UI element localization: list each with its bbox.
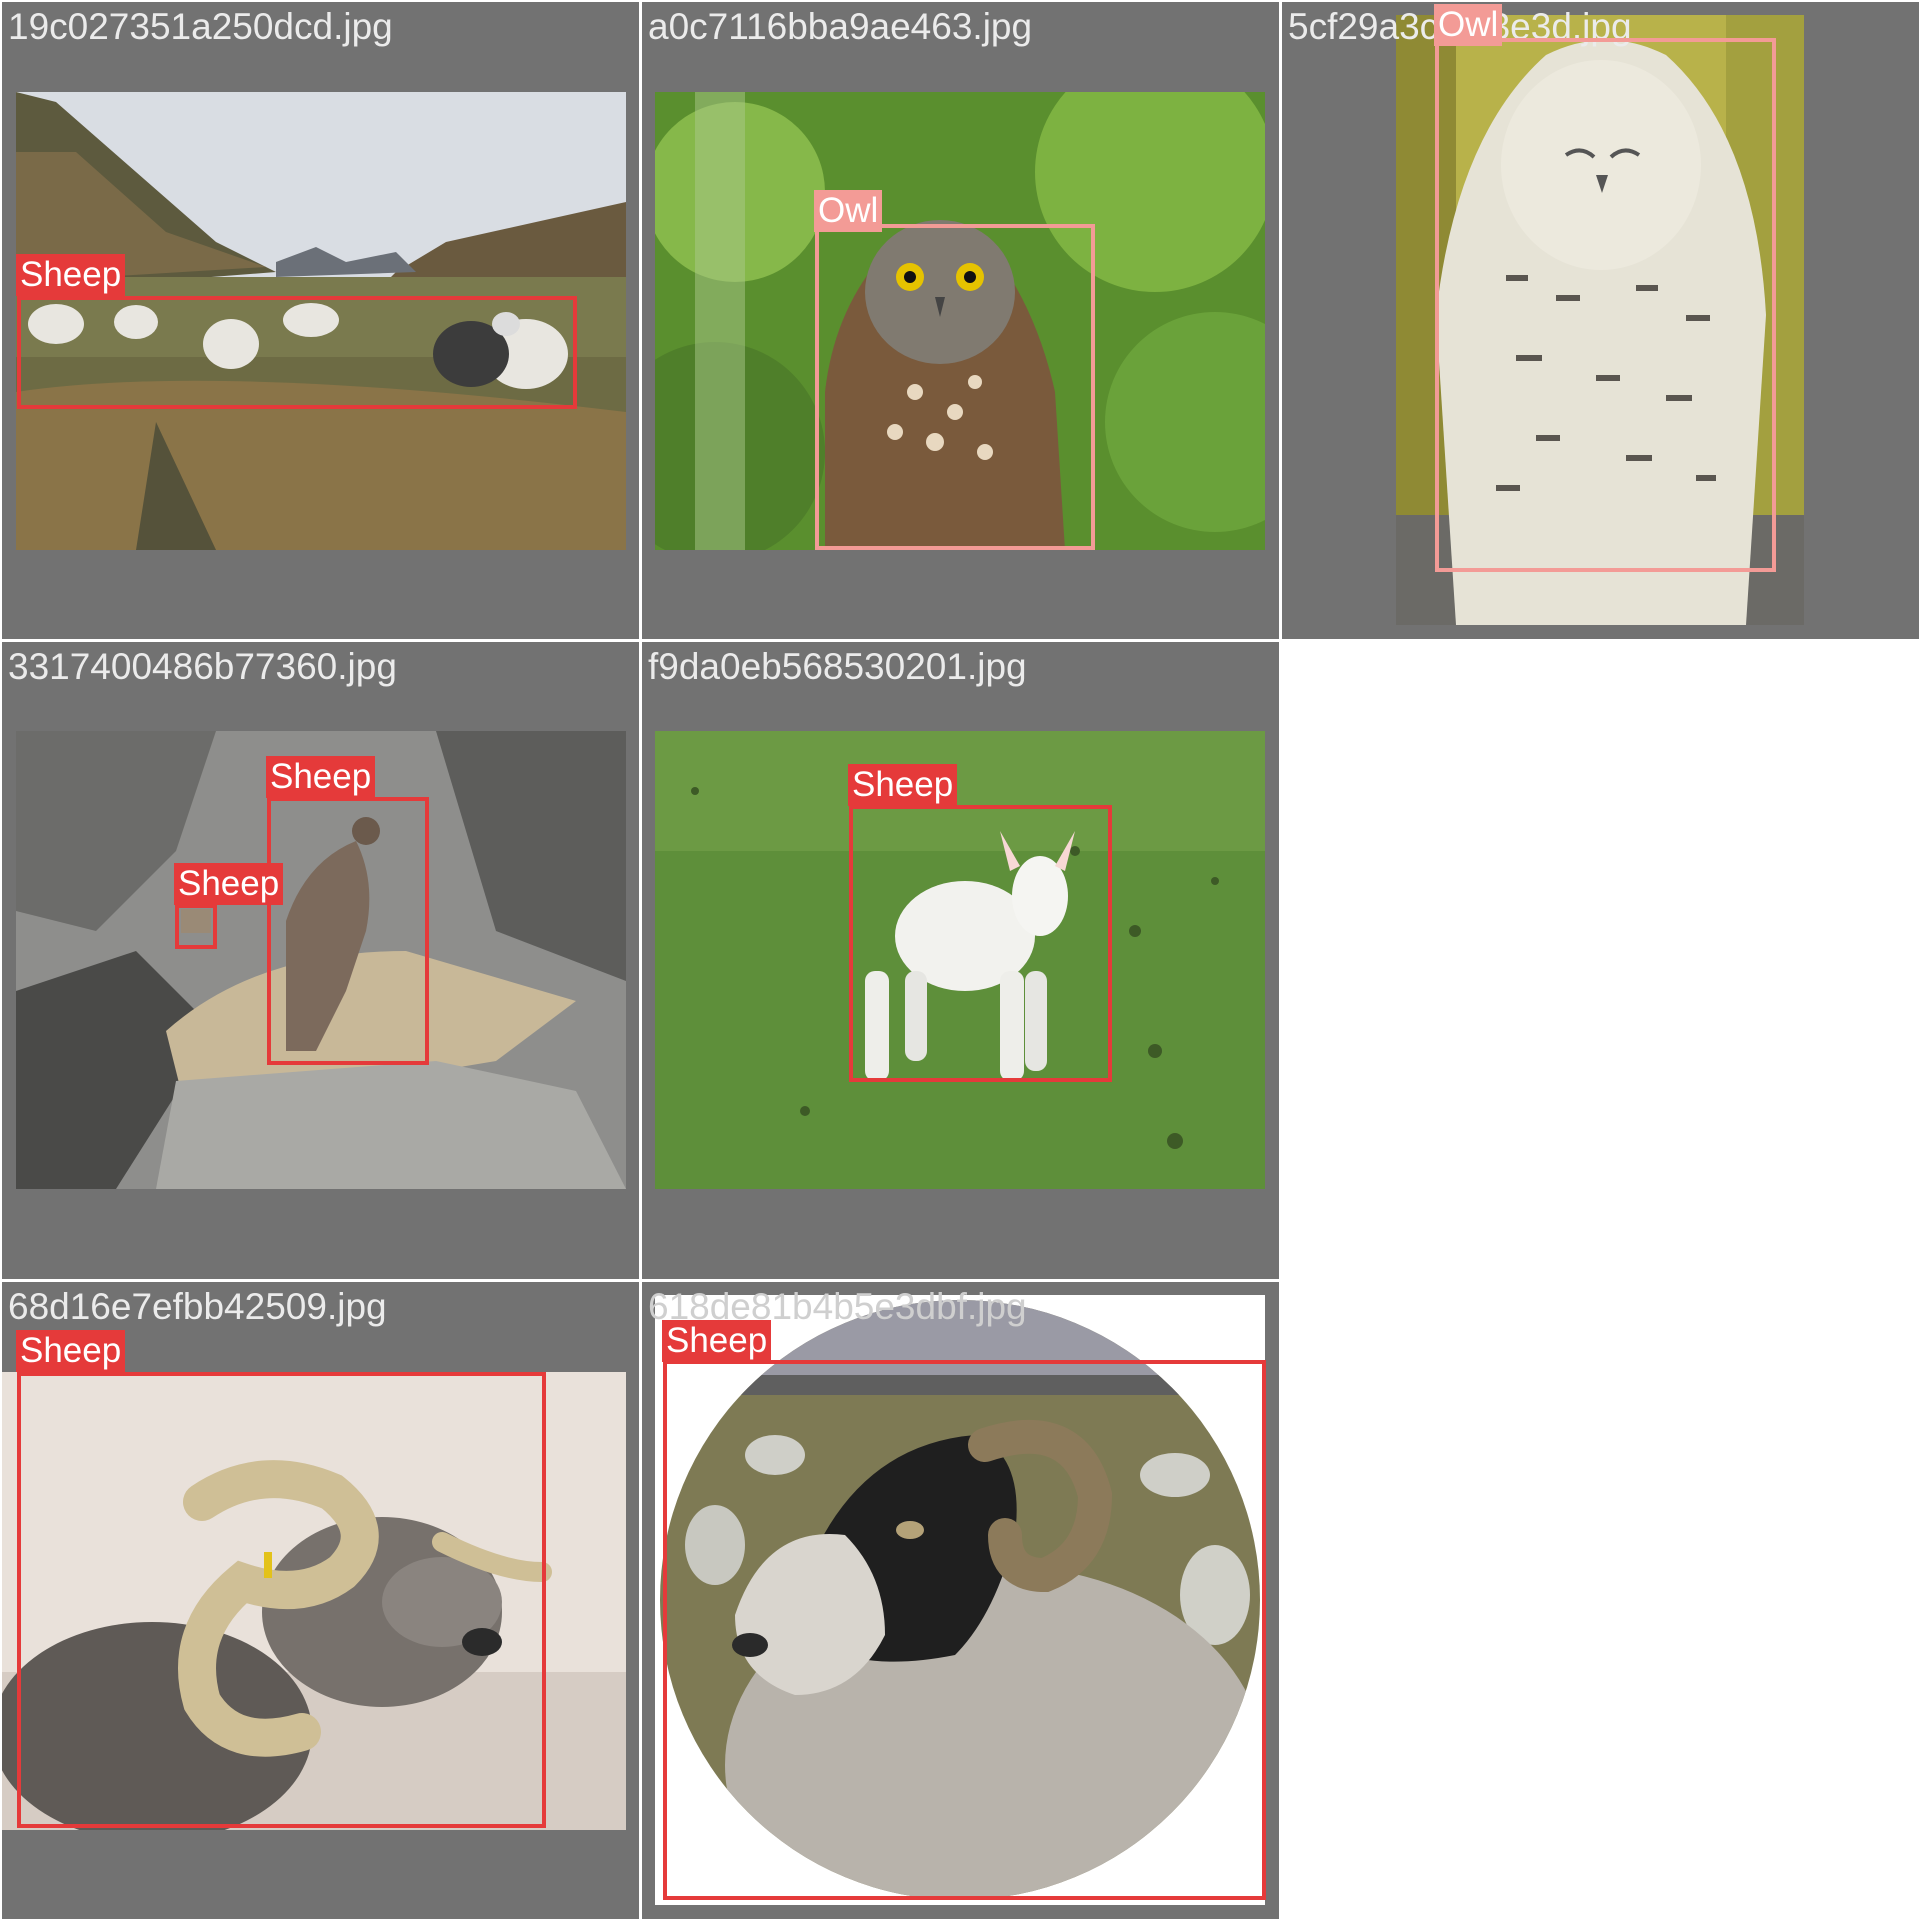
image-filename: a0c7116bba9ae463.jpg <box>648 6 1033 47</box>
sheep-box-label: Sheep <box>266 756 376 798</box>
sheep-box-label: Sheep <box>174 863 284 905</box>
sheep-bounding-box <box>663 1360 1266 1900</box>
image-tile-6: 68d16e7efbb42509.jpg Sheep <box>2 1282 639 1919</box>
image-filename: f9da0eb568530201.jpg <box>648 646 1027 687</box>
owl-box-label: Owl <box>814 190 883 232</box>
image-filename: 19c027351a250dcd.jpg <box>8 6 393 47</box>
sheep-box-label: Sheep <box>848 764 958 806</box>
sheep-bounding-box <box>849 805 1112 1082</box>
sheep-box-label: Sheep <box>16 1330 126 1372</box>
sheep-box-label: Sheep <box>662 1320 772 1362</box>
image-tile-7: 618de81b4b5e3dbf.jpg Sheep <box>642 1282 1279 1919</box>
image-filename: 68d16e7efbb42509.jpg <box>8 1286 387 1327</box>
image-tile-1: 19c027351a250dcd.jpg Sheep <box>2 2 639 639</box>
image-tile-4: 3317400486b77360.jpg Sheep Sheep <box>2 642 639 1279</box>
sheep-bounding-box <box>17 296 577 409</box>
image-tile-3: 5cf29a3c...13e3d.jpg Owl <box>1282 2 1919 639</box>
sheep-bounding-box <box>175 904 217 949</box>
sheep-box-label: Sheep <box>16 254 126 296</box>
owl-bounding-box <box>1435 38 1776 572</box>
image-tile-2: a0c7116bba9ae463.jpg Owl <box>642 2 1279 639</box>
image-tile-5: f9da0eb568530201.jpg Sheep <box>642 642 1279 1279</box>
owl-bounding-box <box>815 224 1095 550</box>
image-filename: 3317400486b77360.jpg <box>8 646 397 687</box>
sheep-bounding-box <box>17 1372 546 1828</box>
owl-box-label: Owl <box>1434 4 1503 46</box>
sheep-bounding-box <box>267 797 429 1065</box>
